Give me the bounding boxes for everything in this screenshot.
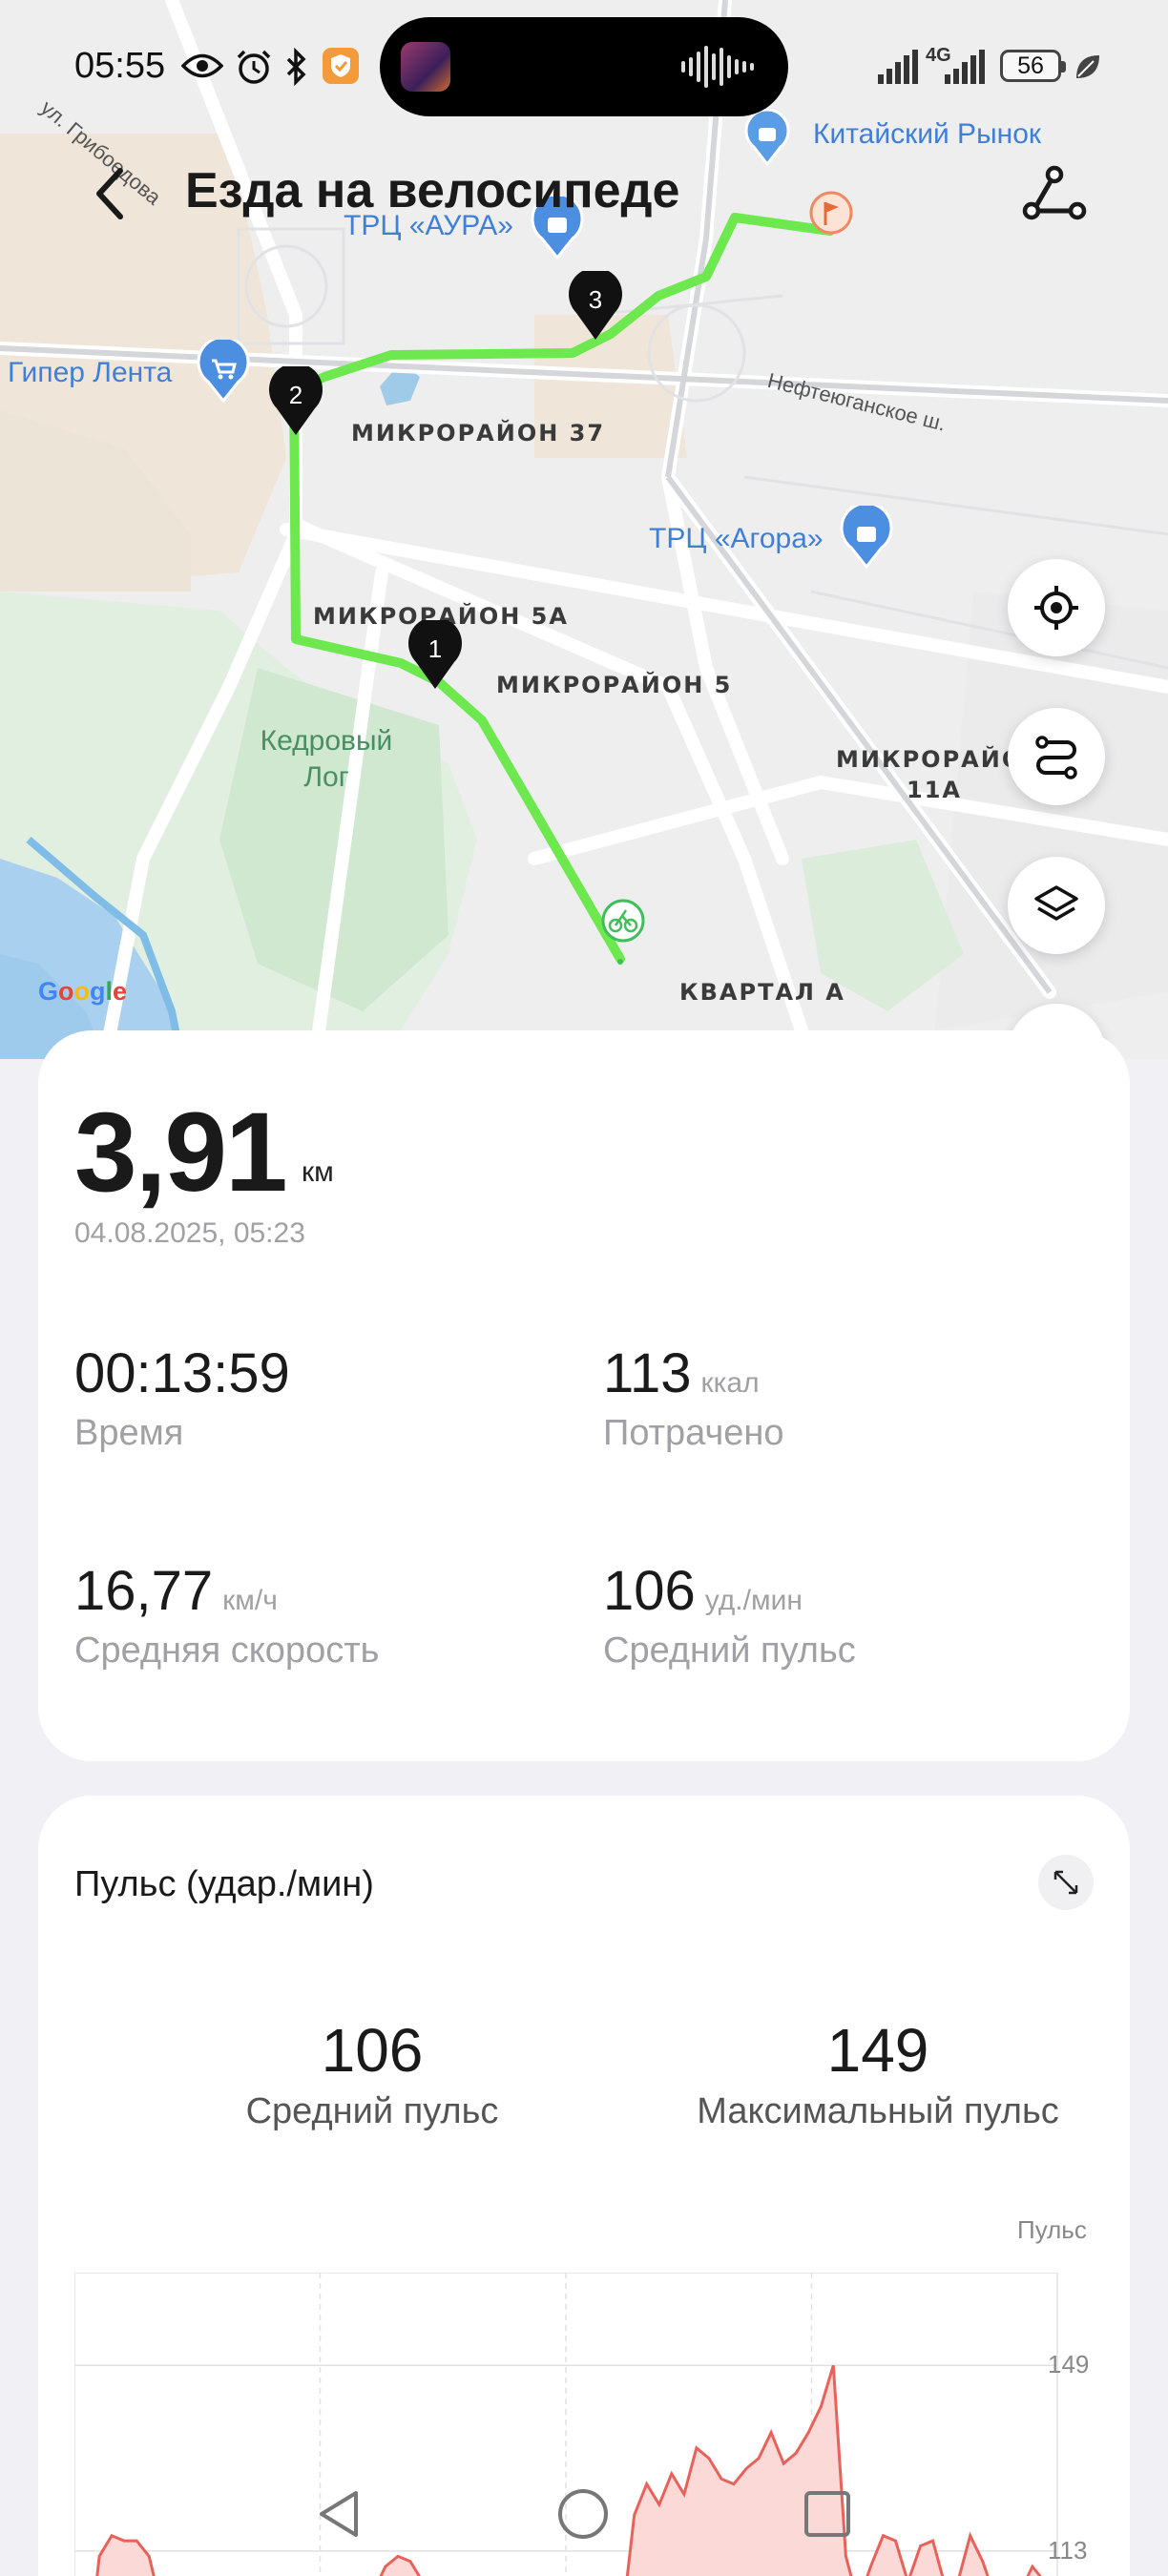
time-value: 00:13:59 — [74, 1342, 290, 1404]
max-pulse-label: Максимальный пульс — [697, 2091, 1059, 2131]
max-pulse-stat: 149 Максимальный пульс — [649, 2015, 1107, 2132]
speed-unit: км/ч — [222, 1585, 278, 1616]
avg-pulse-stat: 106 Средний пульс — [153, 2015, 592, 2132]
calories-label: Потрачено — [603, 1413, 784, 1453]
marker-number: 1 — [428, 634, 442, 663]
battery-indicator: 56 — [1000, 50, 1066, 82]
expand-icon — [1053, 1870, 1078, 1895]
chart-y-axis-title: Пульс — [1017, 2215, 1087, 2244]
nav-back-button[interactable] — [288, 2471, 393, 2557]
district-label: КВАРТАЛ А — [679, 979, 845, 1006]
route-marker-1[interactable]: 1 — [407, 616, 464, 691]
distance-value: 3,91 — [74, 1090, 288, 1215]
metric-heart-rate: 106 уд./мин Средний пульс — [603, 1559, 856, 1672]
route-toggle-button[interactable] — [1008, 708, 1105, 805]
nav-recents-button[interactable] — [775, 2471, 880, 2557]
district-label: МИКРОРАЙОН 37 — [351, 420, 606, 447]
marker-number: 2 — [289, 381, 302, 409]
route-share-button[interactable] — [1012, 160, 1097, 227]
nav-home-button[interactable] — [531, 2471, 636, 2557]
avg-pulse-label: Средний пульс — [245, 2091, 499, 2131]
avg-pulse-value: 106 — [321, 2016, 424, 2085]
system-nav-bar — [0, 2471, 1168, 2576]
heart-rate-unit: уд./мин — [704, 1585, 803, 1616]
dynamic-island[interactable] — [380, 17, 788, 116]
google-attribution: Google — [38, 977, 128, 1006]
workout-summary-card: 3,91 км 04.08.2025, 05:23 00:13:59 Время… — [38, 1030, 1130, 1761]
bluetooth-icon — [286, 48, 306, 86]
district-label: МИКРОРАЙОН 5 — [496, 672, 733, 698]
poi-label-giper-lenta[interactable]: Гипер Лента — [8, 357, 172, 389]
pulse-card-title: Пульс (удар./мин) — [74, 1864, 374, 1904]
expand-chart-button[interactable] — [1038, 1855, 1094, 1910]
metric-speed: 16,77 км/ч Средняя скорость — [74, 1559, 379, 1672]
finish-flag-icon[interactable] — [807, 189, 855, 244]
route-marker-2[interactable]: 2 — [267, 363, 324, 437]
route-map[interactable]: ул. Грибоедова Нефтеюганское ш. МИКРОРАЙ… — [0, 0, 1168, 1059]
media-thumbnail — [401, 42, 450, 92]
signal-icon — [878, 50, 918, 84]
back-triangle-icon — [320, 2491, 358, 2537]
crosshair-icon — [1034, 586, 1078, 630]
calories-value: 113 — [603, 1342, 692, 1404]
speed-label: Средняя скорость — [74, 1631, 380, 1671]
signal-icon — [945, 50, 985, 84]
metric-time: 00:13:59 Время — [74, 1341, 290, 1454]
poi-label-trc-agora[interactable]: ТРЦ «Агора» — [649, 523, 824, 555]
map-background — [0, 0, 1168, 1059]
route-nodes-icon — [1022, 165, 1087, 220]
chevron-left-icon — [96, 168, 123, 219]
layers-button[interactable] — [1008, 857, 1105, 954]
cart-pin-icon[interactable] — [197, 336, 250, 404]
heart-rate-label: Средний пульс — [603, 1631, 856, 1671]
status-time: 05:55 — [74, 46, 166, 86]
heart-rate-value: 106 — [603, 1560, 696, 1622]
y-tick-label: 149 — [1048, 2350, 1090, 2379]
home-circle-icon — [558, 2489, 608, 2539]
leaf-icon — [1076, 55, 1099, 78]
route-marker-3[interactable]: 3 — [567, 267, 624, 342]
recents-square-icon — [804, 2491, 850, 2537]
status-bar: 05:55 4G 56 — [0, 0, 1168, 134]
workout-datetime: 04.08.2025, 05:23 — [74, 1217, 305, 1249]
max-pulse-value: 149 — [826, 2016, 929, 2085]
pulse-card: Пульс (удар./мин) 106 Средний пульс 149 … — [38, 1796, 1130, 2576]
calories-unit: ккал — [700, 1367, 760, 1399]
shield-app-icon — [323, 48, 359, 84]
metric-calories: 113 ккал Потрачено — [603, 1341, 784, 1454]
back-button[interactable] — [82, 160, 139, 227]
marker-number: 3 — [589, 285, 602, 314]
alarm-icon — [237, 50, 271, 84]
park-label-kedrovy-log: Кедровый Лог — [260, 725, 393, 793]
speed-value: 16,77 — [74, 1560, 214, 1622]
page-title: Езда на велосипеде — [185, 163, 680, 218]
time-label: Время — [74, 1413, 184, 1453]
district-label: МИКРОРАЙО — [836, 746, 1024, 773]
waveform-icon — [681, 46, 754, 88]
route-toggle-icon — [1035, 736, 1077, 779]
distance-unit: км — [302, 1156, 334, 1188]
eye-icon — [181, 53, 223, 78]
start-bike-icon[interactable] — [599, 897, 647, 966]
my-location-button[interactable] — [1008, 559, 1105, 656]
bag-pin-icon[interactable] — [840, 502, 893, 570]
district-label: 11А — [907, 777, 962, 803]
layers-icon — [1034, 885, 1078, 921]
